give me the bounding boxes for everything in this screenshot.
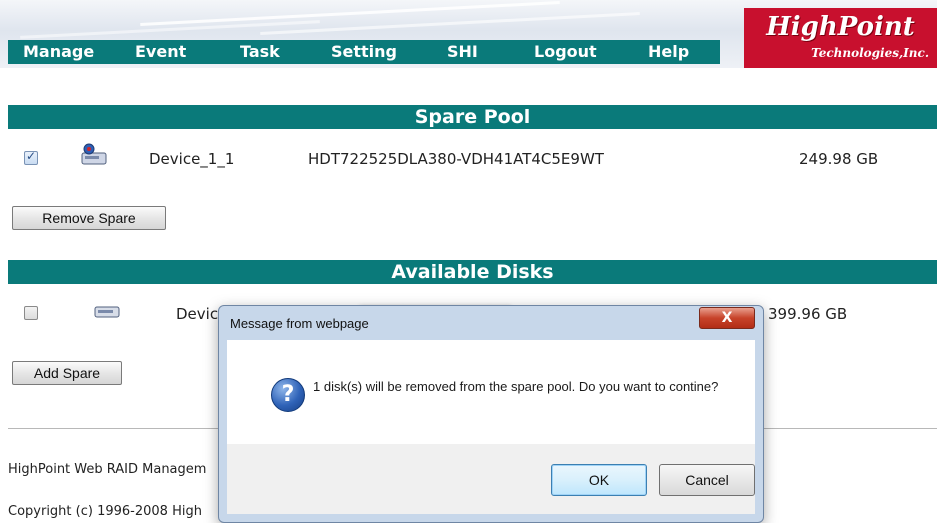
nav-event[interactable]: Event <box>135 42 186 61</box>
nav-help[interactable]: Help <box>648 42 689 61</box>
main-nav: Manage Event Task Setting SHI Logout Hel… <box>8 40 720 64</box>
nav-task[interactable]: Task <box>240 42 280 61</box>
device-name: Device_1_1 <box>149 150 235 168</box>
device-model: HDT722525DLA380-VDH41AT4C5E9WT <box>308 150 604 168</box>
ok-button[interactable]: OK <box>551 464 647 496</box>
dialog-footer: OK Cancel <box>227 444 755 514</box>
highpoint-logo: HighPoint Technologies,Inc. <box>744 8 937 68</box>
nav-logout[interactable]: Logout <box>534 42 597 61</box>
top-banner: Manage Event Task Setting SHI Logout Hel… <box>0 0 937 68</box>
close-icon: X <box>721 310 733 326</box>
device-name: Devic <box>176 305 219 323</box>
footer-copyright: Copyright (c) 1996-2008 High <box>8 504 202 519</box>
hard-disk-icon <box>94 306 120 318</box>
footer-product-name: HighPoint Web RAID Managem <box>8 462 207 477</box>
nav-manage[interactable]: Manage <box>23 42 94 61</box>
nav-shi[interactable]: SHI <box>447 42 478 61</box>
cancel-button[interactable]: Cancel <box>659 464 755 496</box>
spare-select-checkbox[interactable]: ✓ <box>24 149 38 165</box>
nav-setting[interactable]: Setting <box>331 42 397 61</box>
dialog-message: 1 disk(s) will be removed from the spare… <box>313 379 719 394</box>
question-icon: ? <box>271 378 305 412</box>
confirm-dialog: Message from webpage X ? 1 disk(s) will … <box>218 305 764 523</box>
add-spare-button[interactable]: Add Spare <box>12 361 122 385</box>
spare-pool-header: Spare Pool <box>8 105 937 129</box>
logo-wordmark: HighPoint <box>766 12 915 42</box>
spare-pool-row: ✓ Device_1_1 HDT722525DLA380-VDH41AT4C5E… <box>0 143 937 173</box>
logo-subtitle: Technologies,Inc. <box>811 46 929 60</box>
hard-disk-spare-icon <box>81 143 107 165</box>
dialog-title: Message from webpage <box>230 316 369 331</box>
available-disks-header: Available Disks <box>8 260 937 284</box>
check-mark-icon: ✓ <box>26 149 37 163</box>
disk-select-checkbox[interactable] <box>24 306 38 320</box>
close-button[interactable]: X <box>699 307 755 329</box>
dialog-body: ? 1 disk(s) will be removed from the spa… <box>227 340 755 444</box>
device-capacity: 249.98 GB <box>799 150 879 168</box>
device-capacity: 399.96 GB <box>768 305 848 323</box>
remove-spare-button[interactable]: Remove Spare <box>12 206 166 230</box>
